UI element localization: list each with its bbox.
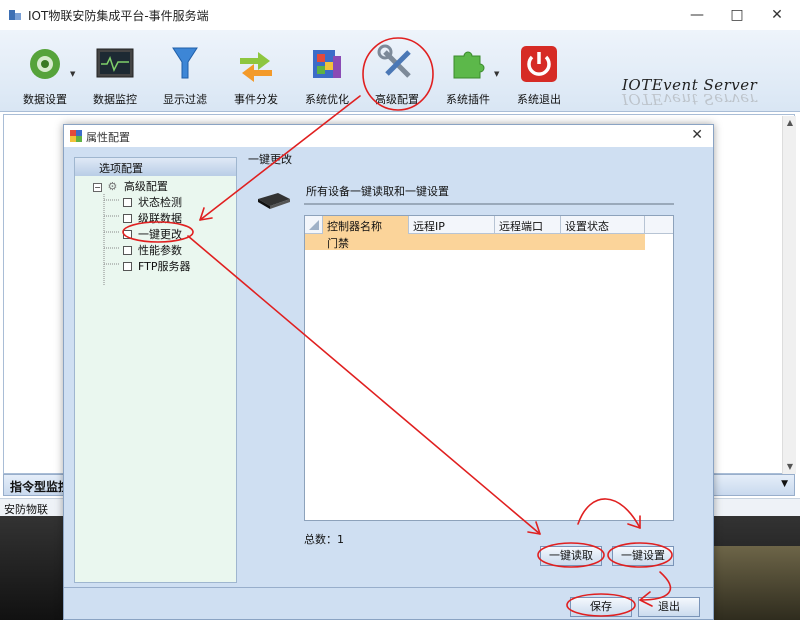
wallpaper-image [710, 546, 800, 620]
toolbar-label: 系统优化 [305, 93, 349, 106]
tree-root-label: 高级配置 [123, 180, 168, 193]
options-tree: 选项配置 − ⚙ 高级配置 状态检测 级联数据 一键更改 性能参数 FTP服务器 [74, 157, 237, 583]
tree-item-one-click-change[interactable]: 一键更改 [123, 226, 182, 242]
dialog-title: 属性配置 [86, 131, 130, 144]
expand-toggle-icon[interactable]: − [93, 183, 102, 192]
checkbox[interactable] [123, 230, 132, 239]
cell-set-status [561, 234, 645, 250]
brand-logo: IOTEvent Server IOTEvent Server [622, 76, 758, 108]
toolbar-label: 数据设置 [23, 93, 67, 106]
column-header-remote-ip[interactable]: 远程IP [409, 216, 495, 234]
checkbox[interactable] [123, 262, 132, 271]
save-button[interactable]: 保存 [570, 597, 632, 617]
toolbar-event-dispatch[interactable]: 事件分发 [221, 44, 291, 108]
checkbox[interactable] [123, 198, 132, 207]
corner-triangle-icon [309, 220, 319, 230]
toolbar-label: 高级配置 [375, 93, 419, 106]
cell-remote-ip [409, 234, 495, 250]
column-header-set-status[interactable]: 设置状态 [561, 216, 645, 234]
toolbar-label: 系统退出 [517, 93, 561, 106]
tree-item-label: 一键更改 [138, 228, 182, 241]
total-count: 总数：1 [304, 533, 344, 546]
toolbar-label: 显示过滤 [163, 93, 207, 106]
tree-item-label: 状态检测 [138, 196, 182, 209]
checkbox[interactable] [123, 246, 132, 255]
chevron-down-icon[interactable]: ▼ [494, 70, 499, 78]
toolbar-system-plugins[interactable]: 系统插件 [433, 44, 503, 108]
arrows-icon [240, 52, 272, 82]
tree-item-label: 级联数据 [138, 212, 182, 225]
checkbox[interactable] [123, 214, 132, 223]
toolbar-system-optimize[interactable]: 系统优化 [292, 44, 362, 108]
divider [304, 203, 674, 205]
panel-title: 一键更改 [248, 153, 292, 166]
tree-root-advanced-config[interactable]: − ⚙ 高级配置 [93, 178, 168, 194]
divider [64, 587, 713, 588]
monitor-panel-title: 指令型监控 [10, 480, 71, 494]
scroll-down-icon[interactable]: ▼ [783, 460, 797, 474]
chevron-down-icon[interactable]: ▼ [781, 479, 788, 489]
toolbar-label: 系统插件 [446, 93, 490, 106]
maximize-button[interactable]: □ [722, 4, 752, 26]
close-button[interactable]: ✕ [762, 4, 792, 26]
property-config-dialog: 属性配置 ✕ 选项配置 − ⚙ 高级配置 状态检测 级联数据 一键更改 性能参数… [63, 124, 714, 620]
tree-item-label: FTP服务器 [138, 260, 191, 273]
tree-item-status-check[interactable]: 状态检测 [123, 194, 182, 210]
toolbar-advanced-config[interactable]: 高级配置 [362, 44, 432, 108]
monitor-icon [96, 48, 134, 78]
app-icon [9, 10, 21, 20]
power-icon [521, 46, 557, 82]
main-scrollbar[interactable]: ▲ ▼ [782, 116, 796, 474]
optimize-icon [313, 50, 341, 78]
puzzle-icon [453, 51, 485, 79]
dialog-title-bar: 属性配置 ✕ [64, 125, 713, 147]
minimize-button[interactable]: — [682, 4, 712, 26]
exit-button[interactable]: 退出 [638, 597, 700, 617]
device-grid[interactable]: 控制器名称 远程IP 远程端口 设置状态 门禁 [304, 215, 674, 521]
status-text: 安防物联 [4, 503, 48, 516]
scroll-up-icon[interactable]: ▲ [783, 116, 797, 130]
cell-remote-port [495, 234, 561, 250]
tree-item-ftp-server[interactable]: FTP服务器 [123, 258, 191, 274]
toolbar-label: 事件分发 [234, 93, 278, 106]
set-all-button[interactable]: 一键设置 [612, 546, 674, 566]
device-chip-icon [258, 193, 290, 209]
toolbar-display-filter[interactable]: 显示过滤 [150, 44, 220, 108]
row-indicator-header [305, 216, 323, 234]
window-title: IOT物联安防集成平台-事件服务端 [28, 9, 209, 23]
close-icon[interactable]: ✕ [691, 127, 703, 143]
gear-icon: ⚙ [107, 180, 118, 193]
window-title-bar: IOT物联安防集成平台-事件服务端 — □ ✕ [0, 0, 800, 30]
tree-item-label: 性能参数 [138, 244, 182, 257]
chevron-down-icon[interactable]: ▼ [70, 70, 75, 78]
column-header-controller[interactable]: 控制器名称 [323, 216, 409, 234]
column-header-remote-port[interactable]: 远程端口 [495, 216, 561, 234]
grid-header: 控制器名称 远程IP 远程端口 设置状态 [305, 216, 673, 234]
toolbar-data-monitor[interactable]: 数据监控 [80, 44, 150, 108]
filter-icon [172, 47, 198, 79]
tools-icon [377, 44, 411, 78]
toolbar-system-exit[interactable]: 系统退出 [504, 44, 574, 108]
dialog-icon [70, 130, 82, 142]
cell-controller: 门禁 [327, 237, 349, 250]
tree-item-cascade-data[interactable]: 级联数据 [123, 210, 182, 226]
read-all-button[interactable]: 一键读取 [540, 546, 602, 566]
toolbar-label: 数据监控 [93, 93, 137, 106]
tree-item-performance[interactable]: 性能参数 [123, 242, 182, 258]
table-row[interactable]: 门禁 [305, 234, 645, 250]
gear-icon [30, 49, 60, 79]
panel-description: 所有设备一键读取和一键设置 [306, 185, 449, 198]
